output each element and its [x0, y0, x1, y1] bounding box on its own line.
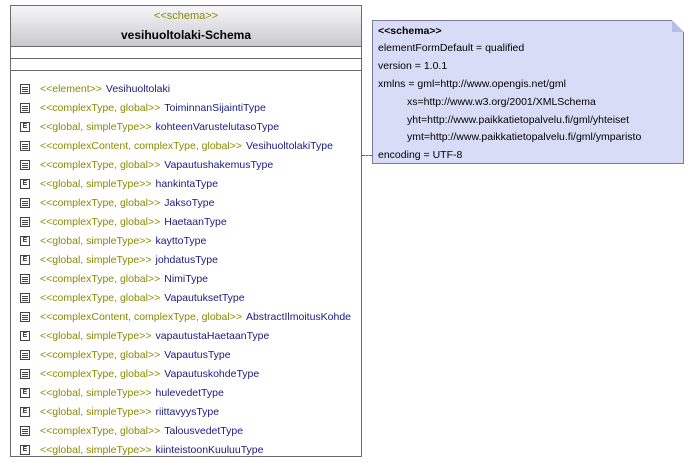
note-line: xmlns = gml=http://www.opengis.net/gml — [378, 78, 566, 90]
note-title: <<schema>> — [378, 25, 442, 37]
item-stereotype: <<complexType, global>> — [40, 215, 161, 228]
item-name: VapautuksetType — [164, 291, 245, 304]
schema-title: vesihuoltolaki-Schema — [120, 28, 252, 42]
item-stereotype: <<global, simpleType>> — [40, 234, 152, 247]
struct-icon — [20, 197, 30, 208]
struct-icon — [20, 368, 30, 379]
note-line: xs=http://www.w3.org/2001/XMLSchema — [407, 96, 596, 108]
schema-note[interactable]: <<schema>> elementFormDefault = qualifie… — [372, 20, 684, 164]
schema-item-row[interactable]: E <<global, simpleType>> vapautustaHaetaan… — [11, 326, 361, 345]
schema-item-row[interactable]: <<complexType, global>> NimiType — [11, 269, 361, 288]
note-line: ymt=http://www.paikkatietopalvelu.fi/gml… — [407, 131, 642, 143]
item-name: kohteenVarustelutasoType — [155, 120, 280, 133]
schema-item-row[interactable]: E <<global, simpleType>> johdatusType — [11, 250, 361, 269]
note-line: encoding = UTF-8 — [378, 149, 463, 161]
schema-item-row[interactable]: <<complexContent, complexType, global>> V… — [11, 136, 361, 155]
schema-item-row[interactable]: <<complexType, global>> TalousvedetType — [11, 421, 361, 440]
item-name: kiinteistoonKuuluuType — [155, 443, 264, 456]
item-stereotype: <<global, simpleType>> — [40, 120, 152, 133]
item-name: VapautuskohdeType — [164, 367, 260, 380]
item-stereotype: <<complexType, global>> — [40, 424, 161, 437]
item-name: VapautushakemusType — [164, 158, 274, 171]
item-name: TalousvedetType — [164, 424, 244, 437]
item-name: AbstractIlmoitusKohde — [245, 310, 352, 323]
enum-icon: E — [20, 444, 30, 455]
item-name: NimiType — [164, 272, 209, 285]
item-name: ToiminnanSijaintiType — [164, 101, 266, 114]
schema-item-row[interactable]: <<complexContent, complexType, global>> A… — [11, 307, 361, 326]
item-stereotype: <<complexType, global>> — [40, 291, 161, 304]
item-stereotype: <<complexType, global>> — [40, 196, 161, 209]
schema-stereotype: <<schema>> — [153, 10, 219, 22]
enum-icon: E — [20, 178, 30, 189]
enum-icon: E — [20, 121, 30, 132]
struct-icon — [20, 140, 30, 151]
schema-items-list: <<element>> Vesihuoltolaki <<complexType, … — [11, 79, 361, 459]
schema-item-row[interactable]: E <<global, simpleType>> kiinteistoonKuulu… — [11, 440, 361, 459]
schema-item-row[interactable]: <<element>> Vesihuoltolaki — [11, 79, 361, 98]
struct-icon — [20, 311, 30, 322]
schema-header: <<schema>> vesihuoltolaki-Schema — [11, 6, 361, 47]
note-connector — [362, 155, 372, 156]
note-fold-corner — [672, 20, 684, 32]
enum-icon: E — [20, 406, 30, 417]
operations-compartment — [11, 59, 361, 71]
item-stereotype: <<element>> — [40, 82, 102, 95]
item-stereotype: <<complexType, global>> — [40, 348, 161, 361]
schema-item-row[interactable]: E <<global, simpleType>> hankintaType — [11, 174, 361, 193]
item-name: hankintaType — [155, 177, 218, 190]
item-stereotype: <<complexType, global>> — [40, 158, 161, 171]
item-stereotype: <<complexContent, complexType, global>> — [40, 139, 242, 152]
item-stereotype: <<global, simpleType>> — [40, 386, 152, 399]
schema-class-box[interactable]: <<schema>> vesihuoltolaki-Schema <<eleme… — [10, 5, 362, 457]
schema-item-row[interactable]: E <<global, simpleType>> kohteenVarustelut… — [11, 117, 361, 136]
note-line: yht=http://www.paikkatietopalvelu.fi/gml… — [407, 114, 630, 126]
item-name: JaksoType — [164, 196, 215, 209]
item-stereotype: <<complexType, global>> — [40, 101, 161, 114]
schema-item-row[interactable]: <<complexType, global>> VapautuskohdeType — [11, 364, 361, 383]
item-name: riittavyysType — [155, 405, 220, 418]
item-name: HaetaanType — [164, 215, 227, 228]
schema-item-row[interactable]: <<complexType, global>> HaetaanType — [11, 212, 361, 231]
struct-icon — [20, 159, 30, 170]
schema-item-row[interactable]: <<complexType, global>> JaksoType — [11, 193, 361, 212]
schema-item-row[interactable]: <<complexType, global>> VapautuksetType — [11, 288, 361, 307]
struct-icon — [20, 83, 30, 94]
schema-item-row[interactable]: <<complexType, global>> VapautusType — [11, 345, 361, 364]
struct-icon — [20, 349, 30, 360]
item-name: Vesihuoltolaki — [105, 82, 171, 95]
struct-icon — [20, 292, 30, 303]
item-stereotype: <<global, simpleType>> — [40, 405, 152, 418]
note-line: elementFormDefault = qualified — [378, 42, 525, 54]
item-name: hulevedetType — [155, 386, 224, 399]
schema-item-row[interactable]: <<complexType, global>> VapautushakemusTy… — [11, 155, 361, 174]
item-stereotype: <<global, simpleType>> — [40, 177, 152, 190]
item-name: vapautustaHaetaanType — [155, 329, 270, 342]
struct-icon — [20, 425, 30, 436]
item-stereotype: <<global, simpleType>> — [40, 253, 152, 266]
item-name: johdatusType — [155, 253, 218, 266]
enum-icon: E — [20, 254, 30, 265]
item-name: VapautusType — [164, 348, 231, 361]
enum-icon: E — [20, 387, 30, 398]
schema-item-row[interactable]: E <<global, simpleType>> hulevedetType — [11, 383, 361, 402]
enum-icon: E — [20, 235, 30, 246]
item-stereotype: <<complexType, global>> — [40, 367, 161, 380]
item-name: VesihuoltolakiType — [245, 139, 333, 152]
item-stereotype: <<complexType, global>> — [40, 272, 161, 285]
item-stereotype: <<global, simpleType>> — [40, 443, 152, 456]
item-stereotype: <<complexContent, complexType, global>> — [40, 310, 242, 323]
struct-icon — [20, 216, 30, 227]
struct-icon — [20, 273, 30, 284]
note-line: version = 1.0.1 — [378, 60, 448, 72]
struct-icon — [20, 102, 30, 113]
enum-icon: E — [20, 330, 30, 341]
schema-item-row[interactable]: E <<global, simpleType>> kayttoType — [11, 231, 361, 250]
item-name: kayttoType — [155, 234, 207, 247]
schema-item-row[interactable]: <<complexType, global>> ToiminnanSijainti… — [11, 98, 361, 117]
attributes-compartment — [11, 47, 361, 59]
schema-item-row[interactable]: E <<global, simpleType>> riittavyysType — [11, 402, 361, 421]
item-stereotype: <<global, simpleType>> — [40, 329, 152, 342]
